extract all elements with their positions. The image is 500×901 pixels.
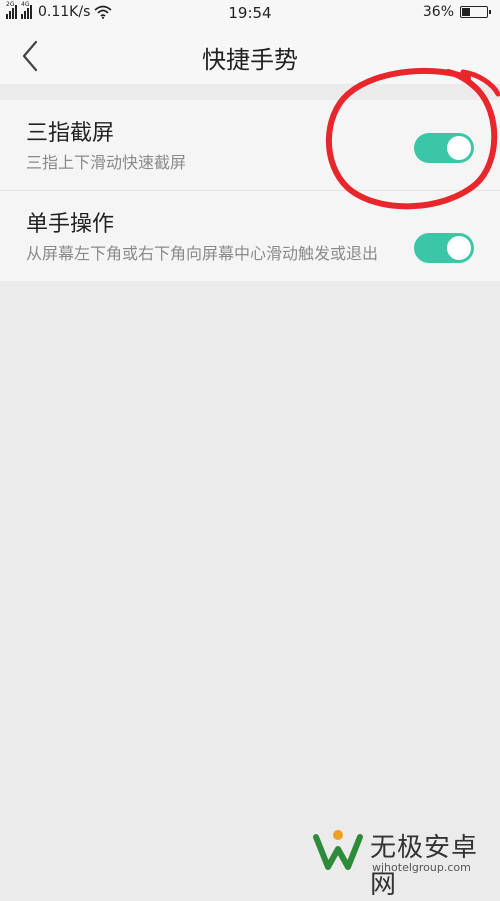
status-bar: 2G 4G 0.11K/s 19:54 36% xyxy=(0,0,500,28)
three-finger-screenshot-toggle[interactable] xyxy=(414,133,474,163)
setting-one-hand-mode[interactable]: 单手操作 从屏幕左下角或右下角向屏幕中心滑动触发或退出 xyxy=(0,190,500,281)
setting-three-finger-screenshot[interactable]: 三指截屏 三指上下滑动快速截屏 xyxy=(0,100,500,190)
page-title: 快捷手势 xyxy=(202,46,298,74)
setting-label: 单手操作 xyxy=(26,212,115,237)
setting-label: 三指截屏 xyxy=(26,121,115,146)
setting-description: 三指上下滑动快速截屏 xyxy=(26,153,187,172)
battery-icon xyxy=(460,6,491,18)
one-hand-mode-toggle[interactable] xyxy=(414,233,474,263)
toggle-knob xyxy=(447,136,471,160)
watermark-url: wjhotelgroup.com xyxy=(372,861,471,874)
setting-description: 从屏幕左下角或右下角向屏幕中心滑动触发或退出 xyxy=(26,244,379,263)
battery-fill xyxy=(462,8,470,16)
status-right: 36% xyxy=(422,4,491,20)
battery-percent: 36% xyxy=(422,4,454,20)
app-header: 快捷手势 xyxy=(0,28,500,84)
section-gap xyxy=(0,84,500,100)
watermark: 无极安卓网 wjhotelgroup.com xyxy=(312,815,497,900)
watermark-logo-icon xyxy=(313,830,363,870)
settings-list: 三指截屏 三指上下滑动快速截屏 单手操作 从屏幕左下角或右下角向屏幕中心滑动触发… xyxy=(0,100,500,281)
toggle-knob xyxy=(447,236,471,260)
